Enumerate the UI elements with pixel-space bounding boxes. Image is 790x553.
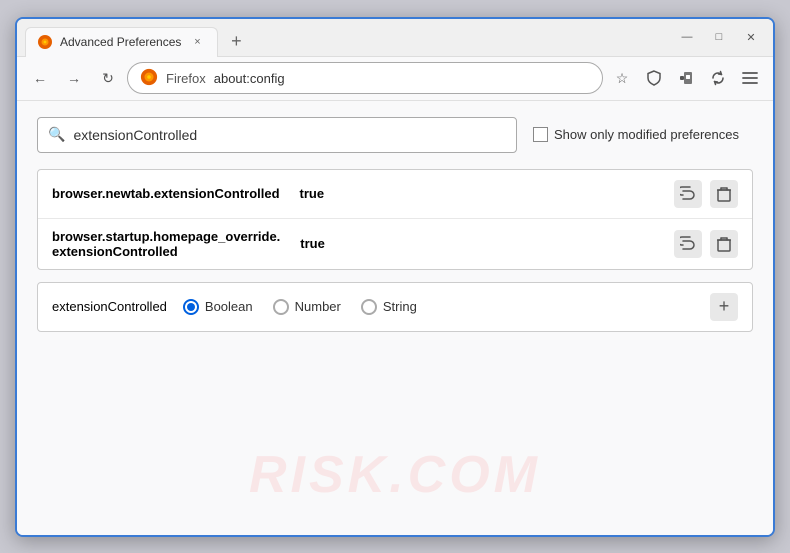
extension-button[interactable] — [671, 63, 701, 93]
nav-icons: ☆ — [607, 63, 765, 93]
restore-button[interactable]: □ — [705, 26, 733, 48]
table-row: browser.newtab.extensionControlled true — [38, 170, 752, 219]
table-row: browser.startup.homepage_override. exten… — [38, 219, 752, 269]
sync-button[interactable] — [703, 63, 733, 93]
radio-number-circle — [273, 299, 289, 315]
pref-value: true — [300, 186, 325, 201]
show-modified-checkbox[interactable] — [533, 127, 548, 142]
active-tab[interactable]: Advanced Preferences × — [25, 27, 218, 57]
radio-number-label: Number — [295, 299, 341, 314]
type-radio-group: Boolean Number String — [183, 299, 694, 315]
address-bar[interactable]: Firefox about:config — [127, 62, 603, 94]
radio-boolean[interactable]: Boolean — [183, 299, 253, 315]
radio-boolean-label: Boolean — [205, 299, 253, 314]
reset-button[interactable] — [674, 230, 702, 258]
firefox-address-icon — [140, 68, 158, 86]
add-preference-row: extensionControlled Boolean Number Strin… — [37, 282, 753, 332]
new-tab-button[interactable]: + — [222, 28, 250, 56]
pref-name-line1: browser.startup.homepage_override. — [52, 229, 280, 244]
radio-string-circle — [361, 299, 377, 315]
firefox-icon — [38, 33, 52, 51]
radio-boolean-dot — [187, 303, 195, 311]
content-area: RISK.COM 🔍 Show only modified preference… — [17, 101, 773, 535]
menu-icon — [742, 71, 758, 85]
search-icon: 🔍 — [48, 126, 65, 143]
radio-boolean-circle — [183, 299, 199, 315]
firefox-logo — [140, 68, 158, 89]
pref-name-multiline: browser.startup.homepage_override. exten… — [52, 229, 280, 259]
delete-button[interactable] — [710, 180, 738, 208]
window-controls: — □ ✕ — [673, 26, 765, 48]
search-row: 🔍 Show only modified preferences — [37, 117, 753, 153]
minimize-button[interactable]: — — [673, 26, 701, 48]
menu-button[interactable] — [735, 63, 765, 93]
sync-icon — [710, 70, 726, 86]
radio-string[interactable]: String — [361, 299, 417, 315]
reset-icon — [680, 236, 696, 252]
title-bar: Advanced Preferences × + — □ ✕ — [17, 19, 773, 57]
delete-icon — [717, 236, 731, 252]
tab-area: Advanced Preferences × + — [25, 19, 673, 56]
bookmark-button[interactable]: ☆ — [607, 63, 637, 93]
reload-button[interactable]: ↻ — [93, 63, 123, 93]
radio-string-label: String — [383, 299, 417, 314]
url-text: about:config — [214, 71, 285, 86]
pref-name: browser.newtab.extensionControlled — [52, 186, 280, 201]
browser-window: Advanced Preferences × + — □ ✕ ← → ↻ Fir… — [15, 17, 775, 537]
show-modified-label: Show only modified preferences — [554, 127, 739, 142]
add-pref-name: extensionControlled — [52, 299, 167, 314]
watermark: RISK.COM — [249, 445, 541, 505]
site-name: Firefox — [166, 71, 206, 86]
delete-icon — [717, 186, 731, 202]
show-modified-row: Show only modified preferences — [533, 127, 739, 142]
search-box[interactable]: 🔍 — [37, 117, 517, 153]
tab-close-button[interactable]: × — [189, 34, 205, 50]
extension-icon — [678, 70, 694, 86]
back-button[interactable]: ← — [25, 63, 55, 93]
forward-button[interactable]: → — [59, 63, 89, 93]
close-button[interactable]: ✕ — [737, 26, 765, 48]
radio-number[interactable]: Number — [273, 299, 341, 315]
reset-icon — [680, 186, 696, 202]
pref-name-line2: extensionControlled — [52, 244, 280, 259]
tab-favicon — [38, 35, 52, 49]
reset-button[interactable] — [674, 180, 702, 208]
nav-bar: ← → ↻ Firefox about:config ☆ — [17, 57, 773, 101]
results-table: browser.newtab.extensionControlled true — [37, 169, 753, 270]
tab-title: Advanced Preferences — [60, 35, 181, 49]
delete-button[interactable] — [710, 230, 738, 258]
pref-value: true — [300, 236, 325, 251]
add-plus-button[interactable]: + — [710, 293, 738, 321]
shield-button[interactable] — [639, 63, 669, 93]
search-input[interactable] — [73, 127, 506, 143]
shield-icon — [646, 70, 662, 86]
row-actions — [674, 230, 738, 258]
row-actions — [674, 180, 738, 208]
